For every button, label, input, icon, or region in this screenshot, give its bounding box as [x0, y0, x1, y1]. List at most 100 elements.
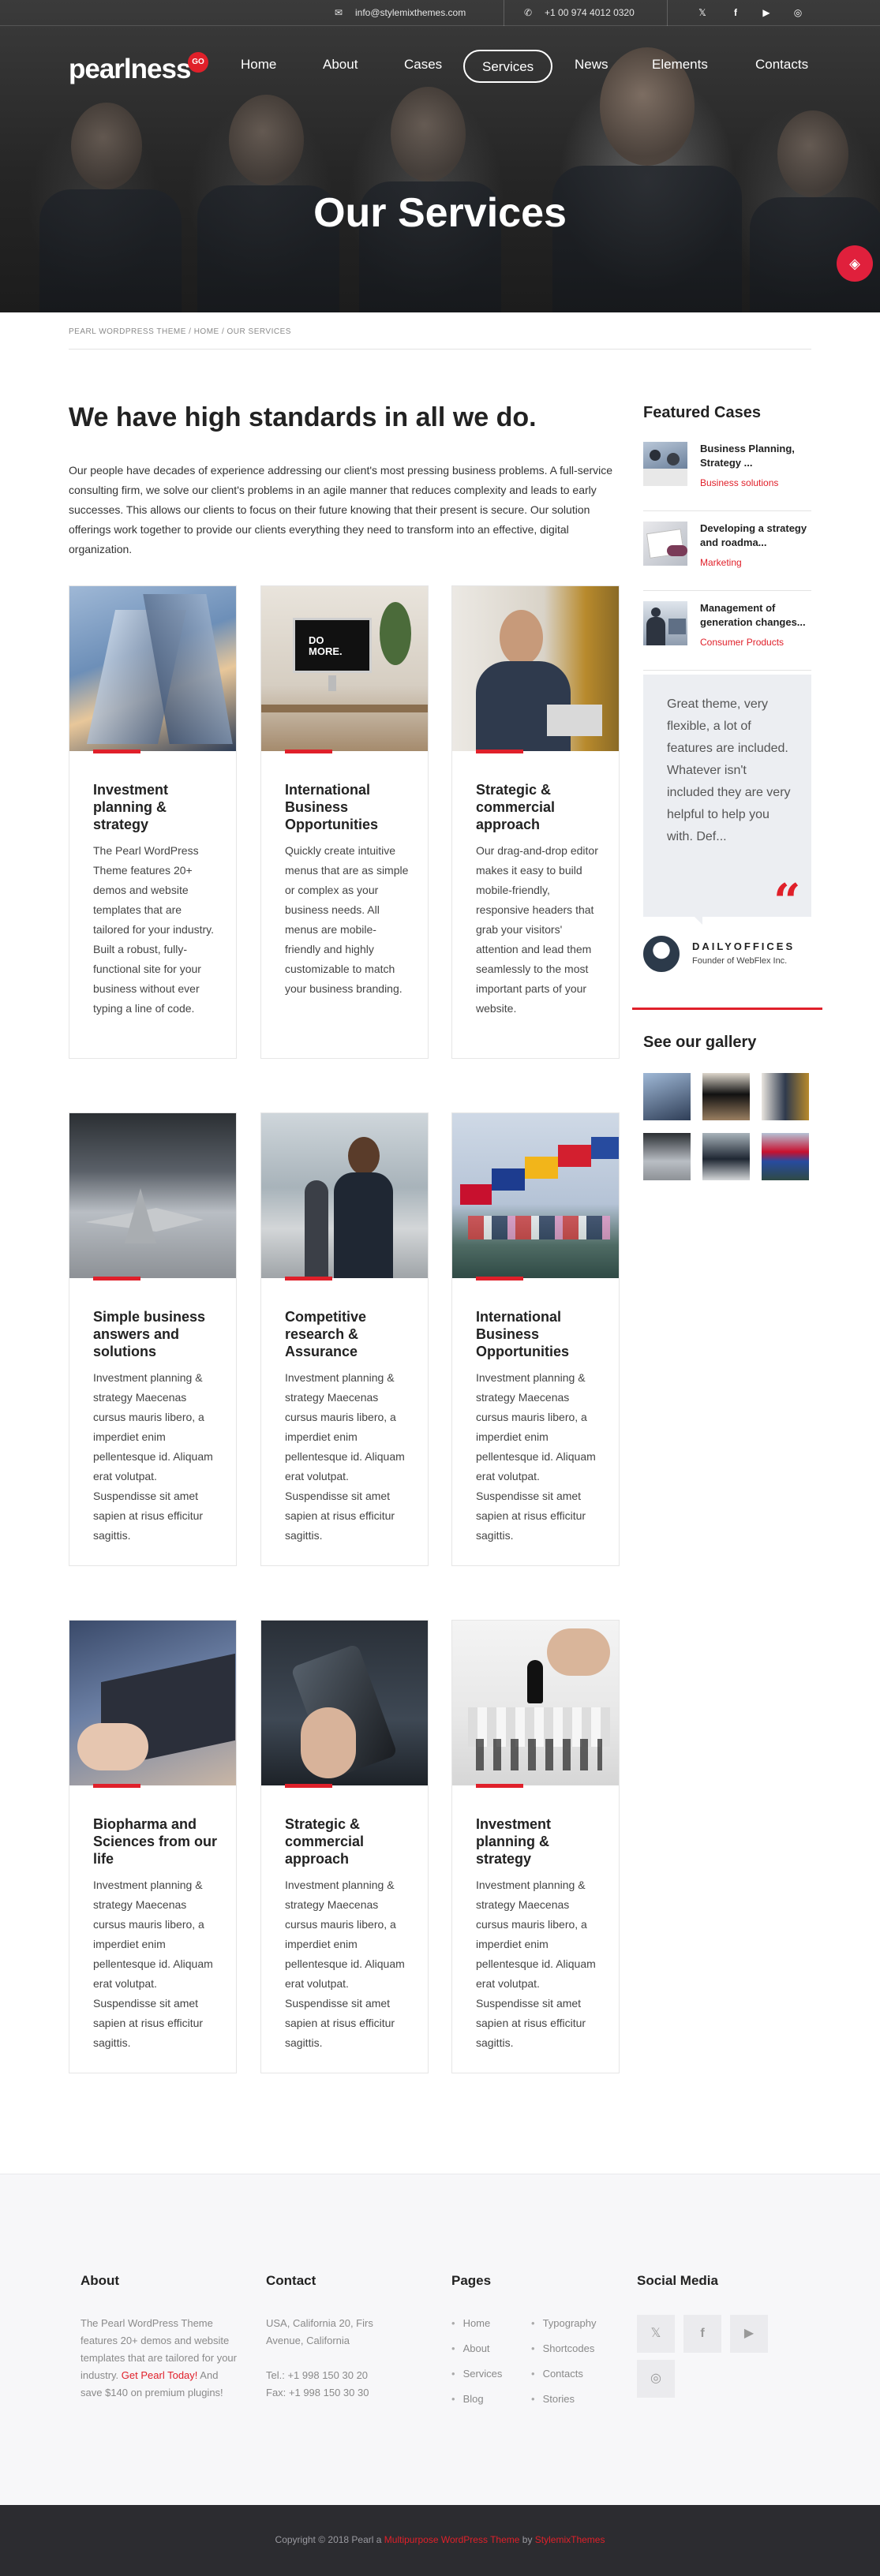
- card-title[interactable]: Strategic & commercial approach: [476, 781, 602, 833]
- testimonial: Great theme, very flexible, a lot of fea…: [643, 675, 811, 925]
- featured-case-thumbnail[interactable]: [643, 522, 687, 566]
- card-title[interactable]: Strategic & commercial approach: [285, 1815, 411, 1868]
- testimonial-text: Great theme, very flexible, a lot of fea…: [667, 697, 791, 843]
- footer-link-home[interactable]: Home: [451, 2317, 491, 2329]
- featured-case-item[interactable]: Management of generation changes... Cons…: [643, 601, 811, 671]
- card-image-flags: [452, 1113, 619, 1278]
- topbar-phone[interactable]: +1 00 974 4012 0320: [545, 7, 635, 18]
- card-text: Investment planning & strategy Maecenas …: [476, 1371, 596, 1542]
- layers-icon[interactable]: ◈: [837, 245, 873, 282]
- footer-pages-heading: Pages: [451, 2273, 492, 2288]
- featured-case-category[interactable]: Business solutions: [700, 477, 778, 488]
- footer-link-services[interactable]: Services: [451, 2368, 503, 2380]
- card-title[interactable]: International Business Opportunities: [476, 1308, 602, 1360]
- gallery-image[interactable]: [643, 1133, 691, 1180]
- topbar-divider: [667, 0, 668, 26]
- featured-case-title[interactable]: Management of generation changes...: [700, 601, 811, 630]
- nav-services[interactable]: Services: [463, 50, 553, 83]
- gallery-image[interactable]: [702, 1133, 750, 1180]
- testimonial-role: Founder of WebFlex Inc.: [692, 956, 788, 966]
- service-card[interactable]: Strategic & commercial approach Our drag…: [451, 585, 620, 1059]
- facebook-icon[interactable]: f: [729, 6, 742, 19]
- card-image-chess: [452, 1621, 619, 1785]
- nav-home[interactable]: Home: [241, 57, 276, 73]
- service-card[interactable]: Strategic & commercial approach Investme…: [260, 1620, 429, 2073]
- topbar-email[interactable]: info@stylemixthemes.com: [355, 7, 466, 18]
- breadcrumb[interactable]: PEARL WORDPRESS THEME / HOME / OUR SERVI…: [69, 327, 291, 336]
- intro-paragraph: Our people have decades of experience ad…: [69, 464, 613, 555]
- featured-case-title[interactable]: Developing a strategy and roadma...: [700, 522, 811, 550]
- phone-icon: ✆: [524, 7, 533, 18]
- copyright-by: by: [519, 2534, 535, 2545]
- footer-tel[interactable]: Tel.: +1 998 150 30 20: [266, 2367, 368, 2384]
- card-text: Investment planning & strategy Maecenas …: [476, 1879, 596, 2049]
- hero-photo-person: [391, 87, 466, 181]
- card-text: The Pearl WordPress Theme features 20+ d…: [93, 844, 215, 1015]
- featured-case-thumbnail[interactable]: [643, 442, 687, 486]
- hero-section: ✉ info@stylemixthemes.com ✆ +1 00 974 40…: [0, 0, 880, 312]
- service-card[interactable]: Simple business answers and solutions In…: [69, 1112, 237, 1566]
- instagram-icon[interactable]: ◎: [637, 2360, 675, 2398]
- hero-photo-person: [229, 95, 304, 185]
- youtube-icon[interactable]: ▶: [760, 6, 773, 19]
- card-title[interactable]: Competitive research & Assurance: [285, 1308, 411, 1360]
- service-card[interactable]: Competitive research & Assurance Investm…: [260, 1112, 429, 1566]
- featured-case-thumbnail[interactable]: [643, 601, 687, 645]
- footer-link-about[interactable]: About: [451, 2342, 490, 2354]
- divider: [632, 1008, 822, 1010]
- service-card[interactable]: Biopharma and Sciences from our life Inv…: [69, 1620, 237, 2073]
- footer-link-contacts[interactable]: Contacts: [531, 2368, 583, 2380]
- featured-case-item[interactable]: Developing a strategy and roadma... Mark…: [643, 522, 811, 591]
- gallery-image[interactable]: [762, 1133, 809, 1180]
- card-title[interactable]: Investment planning & strategy: [93, 781, 219, 833]
- site-logo[interactable]: pearlness: [69, 54, 191, 85]
- nav-elements[interactable]: Elements: [652, 57, 708, 73]
- nav-cases[interactable]: Cases: [404, 57, 442, 73]
- get-pearl-link[interactable]: Get Pearl Today!: [122, 2369, 198, 2381]
- nav-about[interactable]: About: [323, 57, 358, 73]
- featured-case-item[interactable]: Business Planning, Strategy ... Business…: [643, 442, 811, 511]
- card-image-businessman-phone: [452, 586, 619, 751]
- service-card[interactable]: DO MORE. International Business Opportuni…: [260, 585, 429, 1059]
- twitter-icon[interactable]: 𝕏: [637, 2315, 675, 2353]
- footer-link-typography[interactable]: Typography: [531, 2317, 597, 2329]
- card-text: Investment planning & strategy Maecenas …: [93, 1879, 213, 2049]
- service-card[interactable]: International Business Opportunities Inv…: [451, 1112, 620, 1566]
- card-title[interactable]: Simple business answers and solutions: [93, 1308, 219, 1360]
- theme-link[interactable]: Multipurpose WordPress Theme: [384, 2534, 520, 2545]
- instagram-icon[interactable]: ◎: [792, 6, 804, 19]
- gallery-image[interactable]: [762, 1073, 809, 1120]
- footer-link-blog[interactable]: Blog: [451, 2393, 484, 2405]
- copyright-prefix: Copyright © 2018 Pearl a: [275, 2534, 384, 2545]
- hero-photo-person: [777, 110, 848, 197]
- facebook-icon[interactable]: f: [683, 2315, 721, 2353]
- footer-link-stories[interactable]: Stories: [531, 2393, 575, 2405]
- nav-news[interactable]: News: [575, 57, 609, 73]
- featured-case-category[interactable]: Marketing: [700, 557, 742, 568]
- card-text: Quickly create intuitive menus that are …: [285, 844, 409, 995]
- featured-case-category[interactable]: Consumer Products: [700, 637, 784, 648]
- featured-case-title[interactable]: Business Planning, Strategy ...: [700, 442, 811, 470]
- card-title[interactable]: Biopharma and Sciences from our life: [93, 1815, 219, 1868]
- logo-badge: GO: [188, 52, 208, 73]
- footer-social-heading: Social Media: [637, 2273, 718, 2288]
- page-title: Our Services: [313, 190, 567, 236]
- stylemix-link[interactable]: StylemixThemes: [535, 2534, 605, 2545]
- youtube-icon[interactable]: ▶: [730, 2315, 768, 2353]
- gallery-image[interactable]: [643, 1073, 691, 1120]
- footer-about-heading: About: [81, 2273, 120, 2288]
- gallery-image[interactable]: [702, 1073, 750, 1120]
- nav-contacts[interactable]: Contacts: [755, 57, 808, 73]
- service-card[interactable]: Investment planning & strategy Investmen…: [451, 1620, 620, 2073]
- card-title[interactable]: Investment planning & strategy: [476, 1815, 602, 1868]
- section-heading: We have high standards in all we do.: [69, 402, 537, 432]
- hero-photo-person: [71, 103, 142, 189]
- service-card[interactable]: Investment planning & strategy The Pearl…: [69, 585, 237, 1059]
- mail-icon: ✉: [335, 7, 343, 18]
- footer-link-shortcodes[interactable]: Shortcodes: [531, 2342, 595, 2354]
- card-accent-bar: [93, 750, 140, 753]
- card-title[interactable]: International Business Opportunities: [285, 781, 411, 833]
- twitter-icon[interactable]: 𝕏: [696, 6, 709, 19]
- footer-contact-heading: Contact: [266, 2273, 316, 2288]
- testimonial-author: DAILYOFFICES: [692, 940, 796, 952]
